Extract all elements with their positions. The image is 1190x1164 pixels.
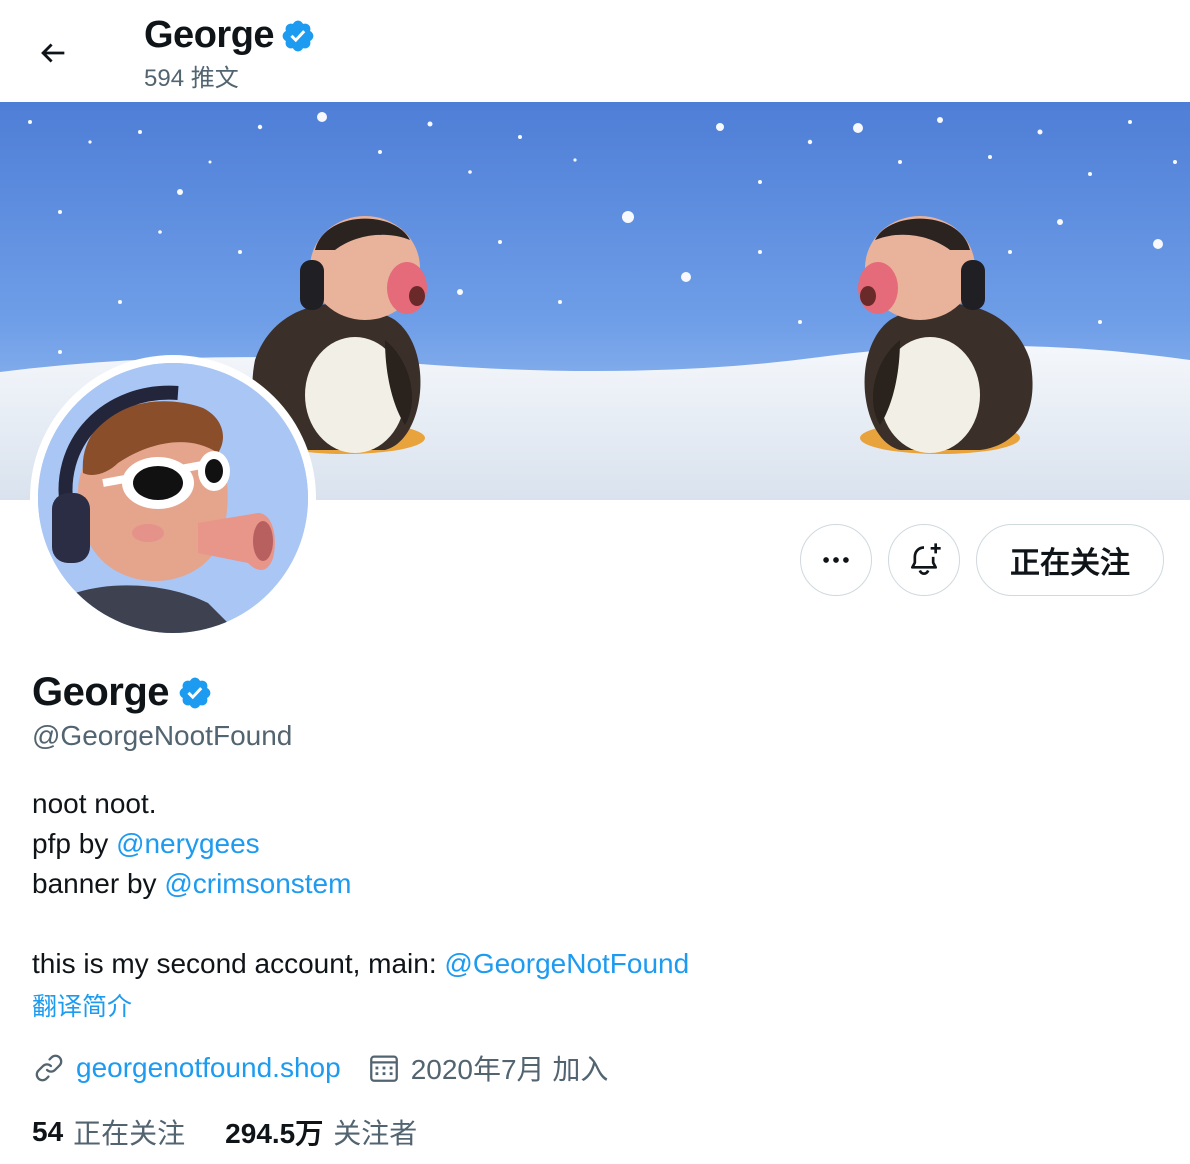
arrow-left-icon <box>41 43 65 63</box>
bio-text: noot noot. <box>32 788 157 819</box>
verified-badge-icon <box>179 677 211 708</box>
translate-bio-link[interactable]: 翻译简介 <box>32 987 132 1023</box>
mention-link[interactable]: @GeorgeNotFound <box>444 948 689 979</box>
website-link[interactable]: georgenotfound.shop <box>76 1052 341 1084</box>
followers-label: 关注者 <box>333 1118 418 1149</box>
bell-plus-icon <box>911 543 941 576</box>
profile-header: George 594 推文 <box>0 0 1190 102</box>
bio-text: pfp by <box>32 828 117 859</box>
join-date: 2020年7月 加入 <box>410 1054 609 1085</box>
header-name: George <box>144 14 275 56</box>
bio-line: noot noot. <box>32 784 689 824</box>
back-button[interactable] <box>30 30 76 76</box>
calendar-icon <box>367 1051 401 1085</box>
profile-bio: noot noot. pfp by @nerygees banner by @c… <box>32 784 689 984</box>
notifications-button[interactable] <box>888 524 960 596</box>
following-label: 正在关注 <box>73 1118 186 1149</box>
avatar-image <box>38 363 308 633</box>
header-name-row: George <box>144 14 316 57</box>
following-stat[interactable]: 54 正在关注 <box>32 1112 185 1152</box>
profile-handle: @GeorgeNootFound <box>32 720 293 751</box>
header-tweet-count: 594 推文 <box>144 65 239 92</box>
bio-blank-line <box>32 904 689 944</box>
avatar[interactable] <box>30 355 316 641</box>
profile-stats: 54 正在关注 294.5万 关注者 <box>32 1110 457 1154</box>
following-button[interactable]: 正在关注 <box>976 524 1164 596</box>
mention-link[interactable]: @nerygees <box>116 828 260 859</box>
link-icon <box>32 1051 66 1085</box>
profile-name: George <box>32 670 170 714</box>
following-count: 54 <box>32 1116 64 1147</box>
bio-text: this is my second account, main: <box>32 948 445 979</box>
verified-badge-icon <box>282 20 314 51</box>
profile-meta: georgenotfound.shop 2020年7月 加入 <box>32 1046 608 1090</box>
more-icon <box>823 557 849 563</box>
profile-name-row: George <box>32 670 213 715</box>
followers-stat[interactable]: 294.5万 关注者 <box>225 1112 417 1152</box>
bio-line: banner by @crimsonstem <box>32 864 689 904</box>
bio-line: this is my second account, main: @George… <box>32 944 689 984</box>
bio-text: banner by <box>32 868 165 899</box>
mention-link[interactable]: @crimsonstem <box>164 868 351 899</box>
more-button[interactable] <box>800 524 872 596</box>
followers-count: 294.5万 <box>225 1118 324 1149</box>
bio-line: pfp by @nerygees <box>32 824 689 864</box>
